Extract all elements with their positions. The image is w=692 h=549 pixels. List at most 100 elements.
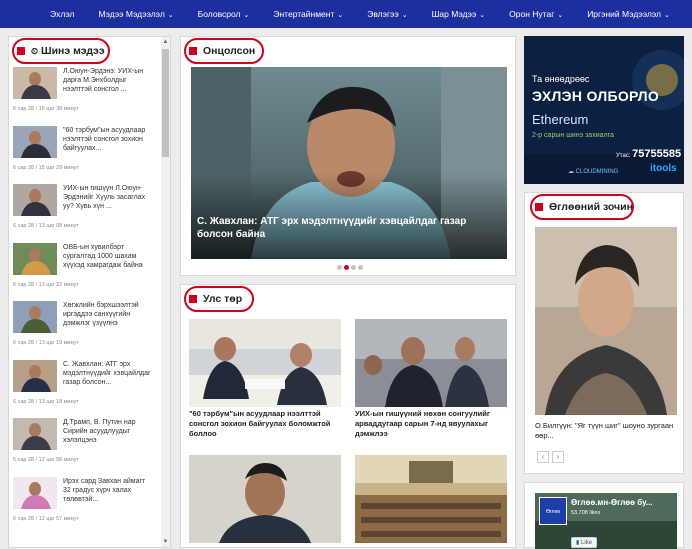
news-timestamp: 6 сар 28 / 12 цаг 57 минут <box>13 515 79 522</box>
guest-caption[interactable]: О.Билгүүн: "Яг түүн шиг" шоуно зургаан ө… <box>535 421 677 441</box>
politics-thumb-3[interactable] <box>189 455 341 543</box>
nav-item-label: Шар Мэдээ <box>431 9 477 19</box>
list-item[interactable]: Хөгжлийн бэрхшээлтэй иргэддээ санхүүгийн… <box>13 301 149 349</box>
facebook-page-logo[interactable]: Өглөө <box>539 497 567 525</box>
main-navbar: Эхлэл Мэдээ Мэдээлэл ⌄ Боловсрол ⌄ Энтертайнм… <box>0 0 692 28</box>
nav-item-label: Энтертайнмент <box>273 9 335 19</box>
nav-item[interactable]: Шар Мэдээ ⌄ <box>420 0 498 28</box>
news-thumbnail[interactable] <box>13 67 57 99</box>
politics-title-1[interactable]: "60 тэрбум"ын асуудлаар нээлттэй сонсгол… <box>189 409 344 439</box>
facebook-page-name[interactable]: Өглөө.мн-Өглөө бу... <box>571 498 653 507</box>
ad-line3: Ethereum <box>532 112 589 127</box>
politics-title-2[interactable]: УИХ-ын гишүүний нөхөн сонгуулийг арвадду… <box>355 409 510 439</box>
hall-photo <box>355 455 507 543</box>
highlight-oval <box>530 194 634 220</box>
list-item[interactable]: УИХ-ын гишүүн Л.Оюун-Эрдэнийг Хууль заса… <box>13 184 149 232</box>
featured-image[interactable]: С. Жавхлан: АТГ эрх мэдэлтнүүдийг хэвцай… <box>191 67 507 259</box>
list-item[interactable]: Ирэх сард Завхан аймагт 32 градус хүрч х… <box>13 476 151 525</box>
parliament-photo <box>355 319 507 407</box>
news-thumbnail[interactable] <box>13 242 57 275</box>
guest-image[interactable] <box>535 227 677 415</box>
news-timestamp: 6 сар 28 / 15 цаг 29 минут <box>13 164 79 171</box>
nav-item[interactable]: Энтертайнмент ⌄ <box>261 0 355 28</box>
ad-phone-label: Утас: <box>616 153 631 159</box>
politics-thumb-1[interactable] <box>189 319 341 407</box>
guest-panel: Өглөөний зочин О.Билгүүн: "Яг түүн шиг" … <box>524 192 684 474</box>
news-title[interactable]: УИХ-ын гишүүн Л.Оюун-Эрдэнийг Хууль заса… <box>63 184 151 211</box>
highlight-oval <box>184 38 264 64</box>
news-title[interactable]: С. Жавхлан: АТГ эрх мэдэлтнүүдийг хэвцай… <box>63 360 151 387</box>
chevron-down-icon: ⌄ <box>479 12 486 19</box>
nav-item-label: Мэдээ Мэдээлэл <box>98 9 165 19</box>
politics-panel: Улс төр "60 тэрбум"ын асуудлаар нээлттэй… <box>180 284 516 548</box>
ad-phone-row: Утас: 75755585 <box>616 148 681 160</box>
facebook-likes: 53,708 likes <box>571 510 601 516</box>
scroll-thumb[interactable] <box>162 49 169 157</box>
nav-item-label: Иргэний Мэдээлэл <box>587 9 661 19</box>
news-title[interactable]: Л.Оюун-Эрдэнэ: УИХ-ын дарга М.Энхболдыг … <box>63 67 151 94</box>
ad-phone: 75755585 <box>632 148 682 160</box>
nav-item[interactable]: Бусад⌄ <box>682 0 692 28</box>
official-photo <box>189 455 341 543</box>
like-icon: ▮ <box>576 540 580 546</box>
list-item[interactable]: ОВБ-ын хувилбэрт сургалтад 1000 шахам хү… <box>13 242 151 291</box>
guest-next-button[interactable]: › <box>552 451 564 463</box>
slider-dot-active[interactable] <box>344 265 349 270</box>
nav-item[interactable]: Орон Нутаг ⌄ <box>497 0 575 28</box>
news-timestamp: 6 сар 28 / 13 цаг 18 минут <box>13 398 79 405</box>
news-timestamp: 6 сар 28 / 13 цаг 08 минут <box>13 223 79 229</box>
ad-brand1: CLOUDMINING <box>575 169 619 175</box>
ad-brand2: itools <box>650 163 677 174</box>
facebook-like-label: Like <box>580 540 592 546</box>
latest-news-panel: ⏲ Шинэ мэдээ Л.Оюун-Эрдэнэ: УИХ-ын дарга… <box>8 36 171 548</box>
politics-thumb-4[interactable] <box>355 455 507 543</box>
ad-banner[interactable]: Та өнөөдрөөс ЭХЛЭН ОЛБОРЛО Ethereum 2-р … <box>524 36 684 184</box>
news-thumbnail[interactable] <box>13 418 57 450</box>
facebook-widget[interactable]: Өглөө Өглөө.мн-Өглөө бу... 53,708 likes … <box>535 493 677 549</box>
nav-item[interactable]: Эвлэгээ ⌄ <box>355 0 419 28</box>
news-thumbnail[interactable] <box>13 184 57 216</box>
nav-item[interactable]: Иргэний Мэдээлэл ⌄ <box>575 0 682 28</box>
guest-photo <box>535 227 677 415</box>
politics-thumb-2[interactable] <box>355 319 507 407</box>
nav-item[interactable]: Эхлэл <box>38 0 86 28</box>
news-thumbnail[interactable] <box>13 125 57 158</box>
news-thumbnail[interactable] <box>13 301 57 333</box>
nav-item-label: Орон Нутаг <box>509 9 555 19</box>
scroll-up-arrow-icon[interactable]: ▲ <box>161 37 170 47</box>
news-timestamp: 6 сар 28 / 13 цаг 19 минут <box>13 340 79 346</box>
news-timestamp: 6 сар 28 / 15 цаг 38 минут <box>13 106 79 112</box>
news-thumbnail[interactable] <box>13 359 57 392</box>
slider-dot[interactable] <box>358 265 363 270</box>
news-timestamp: 6 сар 28 / 12 цаг 56 минут <box>13 457 79 463</box>
latest-news-scrollbar[interactable]: ▲ ▼ <box>161 37 170 547</box>
slider-dot[interactable] <box>351 265 356 270</box>
news-title[interactable]: Ирэх сард Завхан аймагт 32 градус хүрч х… <box>63 477 151 504</box>
list-item[interactable]: Д.Трамп, В. Путин нар Сирийн асуудлуудыг… <box>13 418 149 466</box>
slider-dot[interactable] <box>337 265 342 270</box>
guest-prev-button[interactable]: ‹ <box>537 451 549 463</box>
ad-cloud-logo: ☁ CLOUDMINING <box>568 169 619 175</box>
chevron-down-icon: ⌄ <box>557 12 564 19</box>
nav-item-label: Эхлэл <box>50 9 75 19</box>
scroll-down-arrow-icon[interactable]: ▼ <box>161 537 170 547</box>
nav-item[interactable]: Мэдээ Мэдээлэл ⌄ <box>86 0 185 28</box>
facebook-logo-text: Өглөө <box>545 509 561 515</box>
facebook-panel: Өглөө Өглөө.мн-Өглөө бу... 53,708 likes … <box>524 482 684 549</box>
list-item[interactable]: "60 тэрбум"ын асуудлаар нээлттэй сонсгол… <box>13 125 151 174</box>
news-title[interactable]: ОВБ-ын хувилбэрт сургалтад 1000 шахам хү… <box>63 243 151 270</box>
ad-line1: Та өнөөдрөөс <box>532 74 590 84</box>
facebook-like-button[interactable]: ▮ Like <box>571 537 597 548</box>
featured-caption[interactable]: С. Жавхлан: АТГ эрх мэдэлтнүүдийг хэвцай… <box>197 215 497 241</box>
news-title[interactable]: "60 тэрбум"ын асуудлаар нээлттэй сонсгол… <box>63 126 151 153</box>
news-title[interactable]: Д.Трамп, В. Путин нар Сирийн асуудлуудыг… <box>63 418 151 445</box>
chevron-down-icon: ⌄ <box>337 12 344 19</box>
news-title[interactable]: Хөгжлийн бэрхшээлтэй иргэддээ санхүүгийн… <box>63 301 151 328</box>
ad-background <box>524 36 684 184</box>
highlight-oval <box>12 38 110 64</box>
news-thumbnail[interactable] <box>13 476 57 509</box>
list-item[interactable]: С. Жавхлан: АТГ эрх мэдэлтнүүдийг хэвцай… <box>13 359 151 408</box>
nav-item[interactable]: Боловсрол ⌄ <box>186 0 262 28</box>
chevron-down-icon: ⌄ <box>401 12 408 19</box>
list-item[interactable]: Л.Оюун-Эрдэнэ: УИХ-ын дарга М.Энхболдыг … <box>13 67 149 115</box>
